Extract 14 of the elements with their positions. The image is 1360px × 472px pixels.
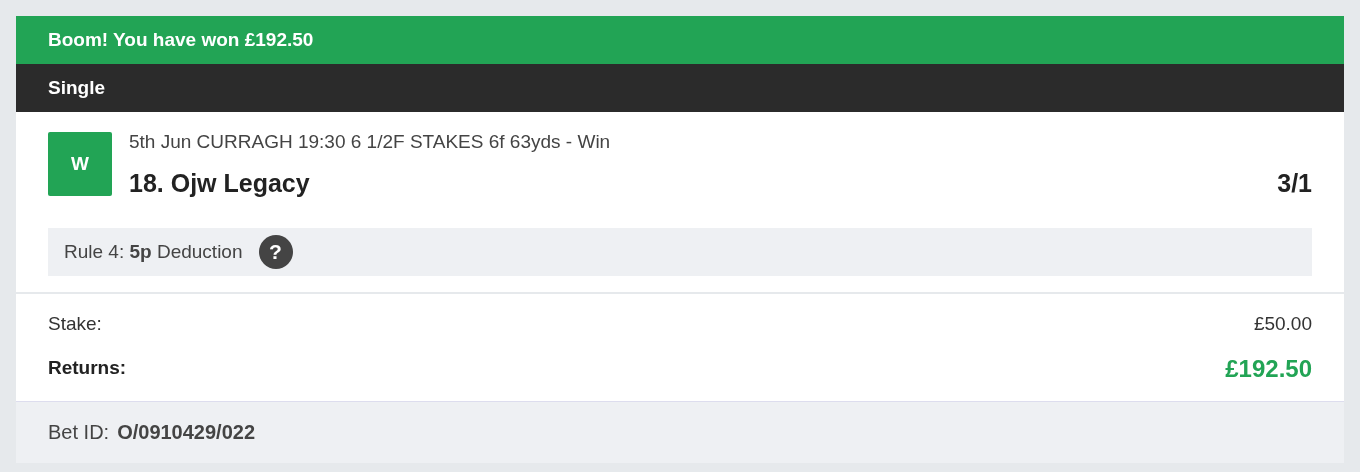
help-button[interactable]: ? — [258, 235, 293, 269]
win-banner: Boom! You have won £192.50 — [16, 16, 1344, 64]
odds: 3/1 — [1277, 167, 1312, 199]
runner-name: 18. Ojw Legacy — [129, 167, 310, 199]
event-name: 5th Jun CURRAGH 19:30 6 1/2F STAKES 6f 63yds - Win — [129, 130, 612, 154]
rule4-text: Rule 4: 5p Deduction — [64, 239, 243, 264]
bet-id-value: O/0910429/022 — [117, 420, 256, 445]
bet-type-bar: Single — [16, 64, 1344, 112]
bet-id-label: Bet ID: — [48, 420, 110, 445]
result-badge: W — [48, 132, 112, 196]
stake-label: Stake: — [48, 312, 102, 336]
returns-value: £192.50 — [1225, 353, 1312, 384]
stake-value: £50.00 — [1253, 312, 1312, 336]
returns-label: Returns: — [48, 356, 127, 381]
